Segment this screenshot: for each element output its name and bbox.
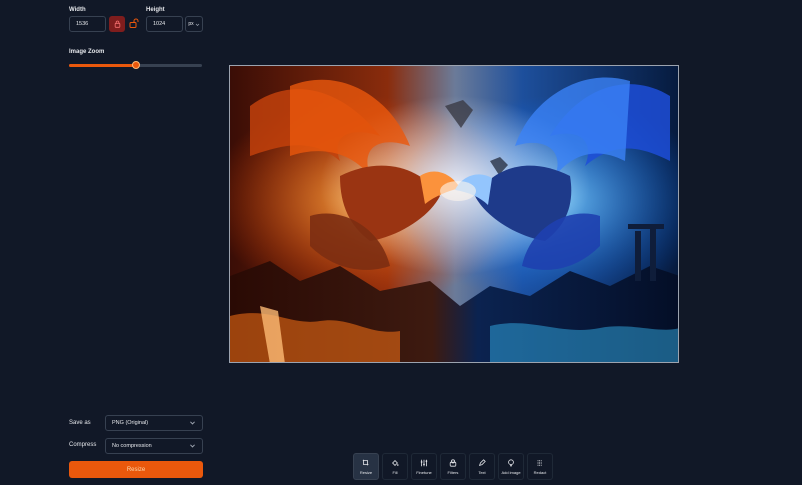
tool-resize-label: Resize: [359, 470, 373, 475]
image-canvas[interactable]: [229, 65, 679, 363]
lock-aspect-button[interactable]: [109, 16, 125, 32]
tool-finetune[interactable]: Finetune: [411, 453, 437, 480]
lock-icon: [114, 20, 120, 28]
tool-redact[interactable]: Redact: [527, 453, 553, 480]
tool-add-image-label: Add image: [501, 470, 521, 475]
compress-select[interactable]: No compression: [105, 438, 203, 454]
tool-add-image[interactable]: Add image: [498, 453, 524, 480]
sliders-icon: [420, 459, 428, 467]
tool-filters-label: Filters: [447, 470, 459, 475]
redact-icon: [537, 460, 543, 466]
crop-icon: [362, 459, 369, 466]
tool-resize[interactable]: Resize: [353, 453, 379, 480]
save-as-label: Save as: [69, 420, 91, 426]
width-input[interactable]: 1536: [69, 16, 106, 32]
tool-fill[interactable]: Fill: [382, 453, 408, 480]
chevron-down-icon: [195, 23, 199, 26]
compress-value: No compression: [112, 443, 152, 449]
tool-finetune-label: Finetune: [416, 470, 432, 475]
unit-value: px: [188, 21, 194, 27]
editor-toolbar: Resize Fill Finetune Filters Text Add im…: [353, 453, 553, 480]
compress-label: Compress: [69, 442, 97, 448]
dragon-artwork: [230, 66, 678, 362]
chevron-down-icon: [190, 444, 195, 448]
resize-button[interactable]: Resize: [69, 461, 203, 478]
zoom-slider-thumb[interactable]: [131, 61, 140, 69]
filters-icon: [449, 459, 457, 467]
save-as-value: PNG (Original): [112, 420, 149, 426]
zoom-label: Image Zoom: [69, 49, 105, 55]
zoom-slider-fill: [69, 64, 136, 67]
tool-filters[interactable]: Filters: [440, 453, 466, 480]
height-label: Height: [146, 7, 165, 13]
zoom-slider[interactable]: [69, 61, 202, 69]
bucket-icon: [392, 460, 399, 466]
tool-redact-label: Redact: [533, 470, 547, 475]
tool-text-label: Text: [478, 470, 486, 475]
unlock-icon[interactable]: [129, 18, 139, 28]
tool-text[interactable]: Text: [469, 453, 495, 480]
unit-select[interactable]: px: [185, 16, 203, 32]
chevron-down-icon: [190, 421, 195, 425]
width-label: Width: [69, 7, 86, 13]
image-icon: [508, 459, 514, 467]
height-input[interactable]: 1024: [146, 16, 183, 32]
save-as-select[interactable]: PNG (Original): [105, 415, 203, 431]
pen-icon: [478, 459, 486, 467]
tool-fill-label: Fill: [392, 470, 398, 475]
